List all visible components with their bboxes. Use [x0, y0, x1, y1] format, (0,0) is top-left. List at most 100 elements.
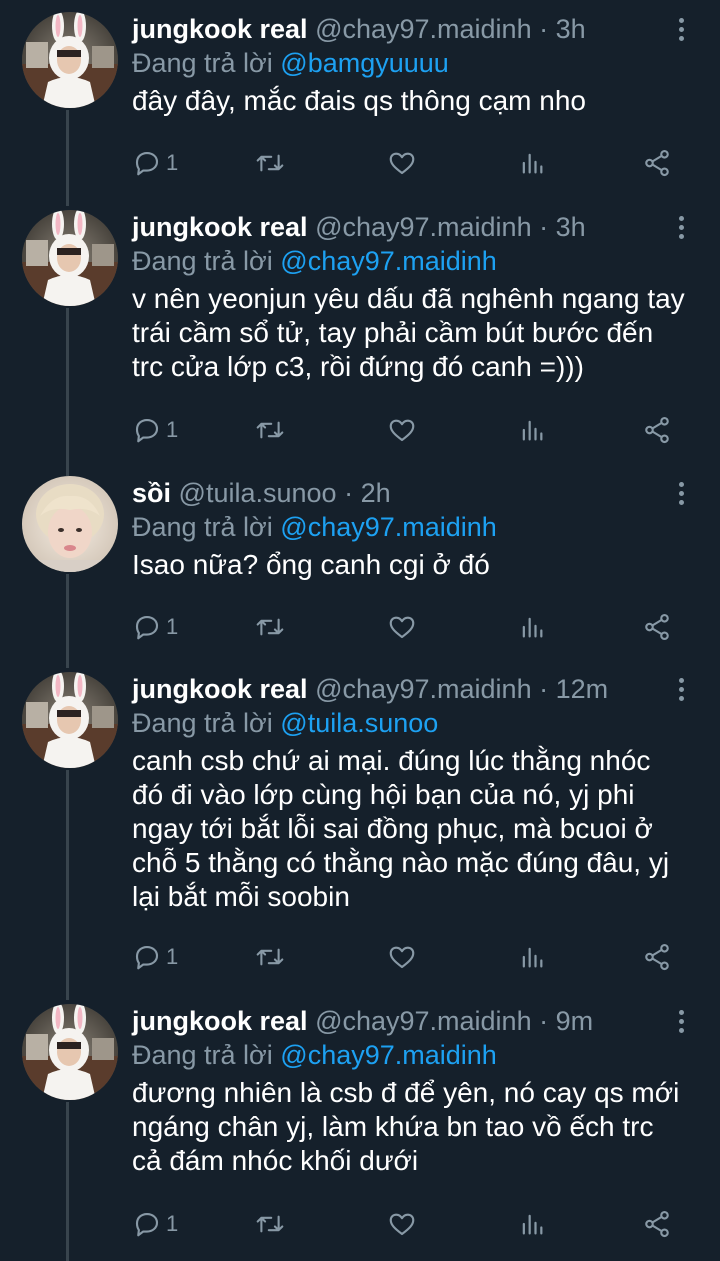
tweet-actions: 1 — [132, 1206, 688, 1242]
tweet-actions: 1 — [132, 145, 688, 181]
analytics-button[interactable] — [518, 1206, 546, 1242]
reply-icon — [135, 151, 159, 176]
avatar[interactable] — [22, 476, 118, 572]
tweet-content: jungkook real @chay97.maidinh · 9m Đang … — [132, 1004, 686, 1178]
heart-icon — [389, 946, 415, 969]
tweet-content: sồi @tuila.sunoo · 2h Đang trả lời @chay… — [132, 476, 686, 582]
user-handle[interactable]: @chay97.maidinh — [315, 212, 532, 242]
tweet-content: jungkook real @chay97.maidinh · 3h Đang … — [132, 12, 686, 118]
like-button[interactable] — [386, 412, 418, 448]
heart-icon — [389, 152, 415, 175]
reply-count: 1 — [166, 1211, 179, 1236]
share-button[interactable] — [642, 412, 672, 448]
reply-button[interactable]: 1 — [132, 145, 178, 181]
analytics-button[interactable] — [518, 145, 546, 181]
timestamp[interactable]: 3h — [556, 14, 586, 44]
reply-button[interactable]: 1 — [132, 609, 178, 645]
mention-link[interactable]: @chay97.maidinh — [280, 512, 497, 542]
analytics-icon — [522, 947, 543, 968]
retweet-icon — [256, 948, 284, 966]
tweet[interactable]: jungkook real @chay97.maidinh · 9m Đang … — [0, 1004, 720, 1261]
retweet-button[interactable] — [254, 145, 286, 181]
replying-to: Đang trả lời @chay97.maidinh — [132, 510, 686, 544]
analytics-button[interactable] — [518, 939, 546, 975]
analytics-icon — [522, 617, 543, 638]
tweet-actions: 1 — [132, 939, 688, 975]
mention-link[interactable]: @chay97.maidinh — [280, 1040, 497, 1070]
retweet-button[interactable] — [254, 1206, 286, 1242]
tweet-content: jungkook real @chay97.maidinh · 3h Đang … — [132, 210, 686, 384]
heart-icon — [389, 616, 415, 639]
separator-dot: · — [539, 212, 549, 242]
display-name[interactable]: jungkook real — [132, 1006, 308, 1036]
reply-count: 1 — [166, 417, 179, 442]
user-handle[interactable]: @chay97.maidinh — [315, 14, 532, 44]
retweet-icon — [256, 618, 284, 636]
share-button[interactable] — [642, 939, 672, 975]
retweet-button[interactable] — [254, 609, 286, 645]
like-button[interactable] — [386, 939, 418, 975]
mention-link[interactable]: @bamgyuuuu — [280, 48, 449, 78]
timestamp[interactable]: 12m — [556, 674, 609, 704]
tweet[interactable]: jungkook real @chay97.maidinh · 3h Đang … — [0, 12, 720, 202]
tweet-text: đây đây, mắc đais qs thông cạm nho — [132, 85, 586, 116]
timestamp[interactable]: 2h — [361, 478, 391, 508]
replying-to: Đang trả lời @tuila.sunoo — [132, 706, 686, 740]
more-vertical-icon[interactable] — [676, 482, 686, 510]
tweet-header: jungkook real @chay97.maidinh · 3h — [132, 12, 686, 46]
reply-icon — [135, 945, 159, 970]
reply-icon — [135, 418, 159, 443]
analytics-button[interactable] — [518, 609, 546, 645]
heart-icon — [389, 419, 415, 442]
more-vertical-icon[interactable] — [676, 18, 686, 46]
tweet[interactable]: jungkook real @chay97.maidinh · 12m Đang… — [0, 672, 720, 998]
replying-to: Đang trả lời @chay97.maidinh — [132, 1038, 686, 1072]
more-vertical-icon[interactable] — [676, 1010, 686, 1038]
reply-count: 1 — [166, 944, 179, 969]
tweet-header: sồi @tuila.sunoo · 2h — [132, 476, 686, 510]
retweet-button[interactable] — [254, 939, 286, 975]
like-button[interactable] — [386, 145, 418, 181]
share-icon — [645, 1210, 669, 1238]
retweet-button[interactable] — [254, 412, 286, 448]
analytics-icon — [522, 1214, 543, 1235]
user-handle[interactable]: @chay97.maidinh — [315, 674, 532, 704]
reply-button[interactable]: 1 — [132, 939, 178, 975]
heart-icon — [389, 1213, 415, 1236]
display-name[interactable]: jungkook real — [132, 674, 308, 704]
avatar[interactable] — [22, 210, 118, 306]
tweet-content: jungkook real @chay97.maidinh · 12m Đang… — [132, 672, 686, 914]
tweet[interactable]: jungkook real @chay97.maidinh · 3h Đang … — [0, 210, 720, 470]
avatar[interactable] — [22, 1004, 118, 1100]
mention-link[interactable]: @chay97.maidinh — [280, 246, 497, 276]
like-button[interactable] — [386, 609, 418, 645]
reply-button[interactable]: 1 — [132, 1206, 178, 1242]
reply-count: 1 — [166, 614, 179, 639]
tweet[interactable]: sồi @tuila.sunoo · 2h Đang trả lời @chay… — [0, 476, 720, 666]
share-button[interactable] — [642, 145, 672, 181]
share-icon — [645, 943, 669, 971]
replying-label: Đang trả lời — [132, 708, 273, 738]
more-vertical-icon[interactable] — [676, 216, 686, 244]
share-icon — [645, 416, 669, 444]
reply-button[interactable]: 1 — [132, 412, 178, 448]
avatar[interactable] — [22, 12, 118, 108]
share-button[interactable] — [642, 1206, 672, 1242]
share-icon — [645, 149, 669, 177]
display-name[interactable]: sồi — [132, 478, 171, 508]
share-icon — [645, 613, 669, 641]
timestamp[interactable]: 9m — [556, 1006, 594, 1036]
display-name[interactable]: jungkook real — [132, 212, 308, 242]
retweet-icon — [256, 1215, 284, 1233]
mention-link[interactable]: @tuila.sunoo — [280, 708, 438, 738]
analytics-button[interactable] — [518, 412, 546, 448]
display-name[interactable]: jungkook real — [132, 14, 308, 44]
user-handle[interactable]: @chay97.maidinh — [315, 1006, 532, 1036]
share-button[interactable] — [642, 609, 672, 645]
tweet-header: jungkook real @chay97.maidinh · 9m — [132, 1004, 686, 1038]
user-handle[interactable]: @tuila.sunoo — [179, 478, 337, 508]
like-button[interactable] — [386, 1206, 418, 1242]
timestamp[interactable]: 3h — [556, 212, 586, 242]
avatar[interactable] — [22, 672, 118, 768]
more-vertical-icon[interactable] — [676, 678, 686, 706]
